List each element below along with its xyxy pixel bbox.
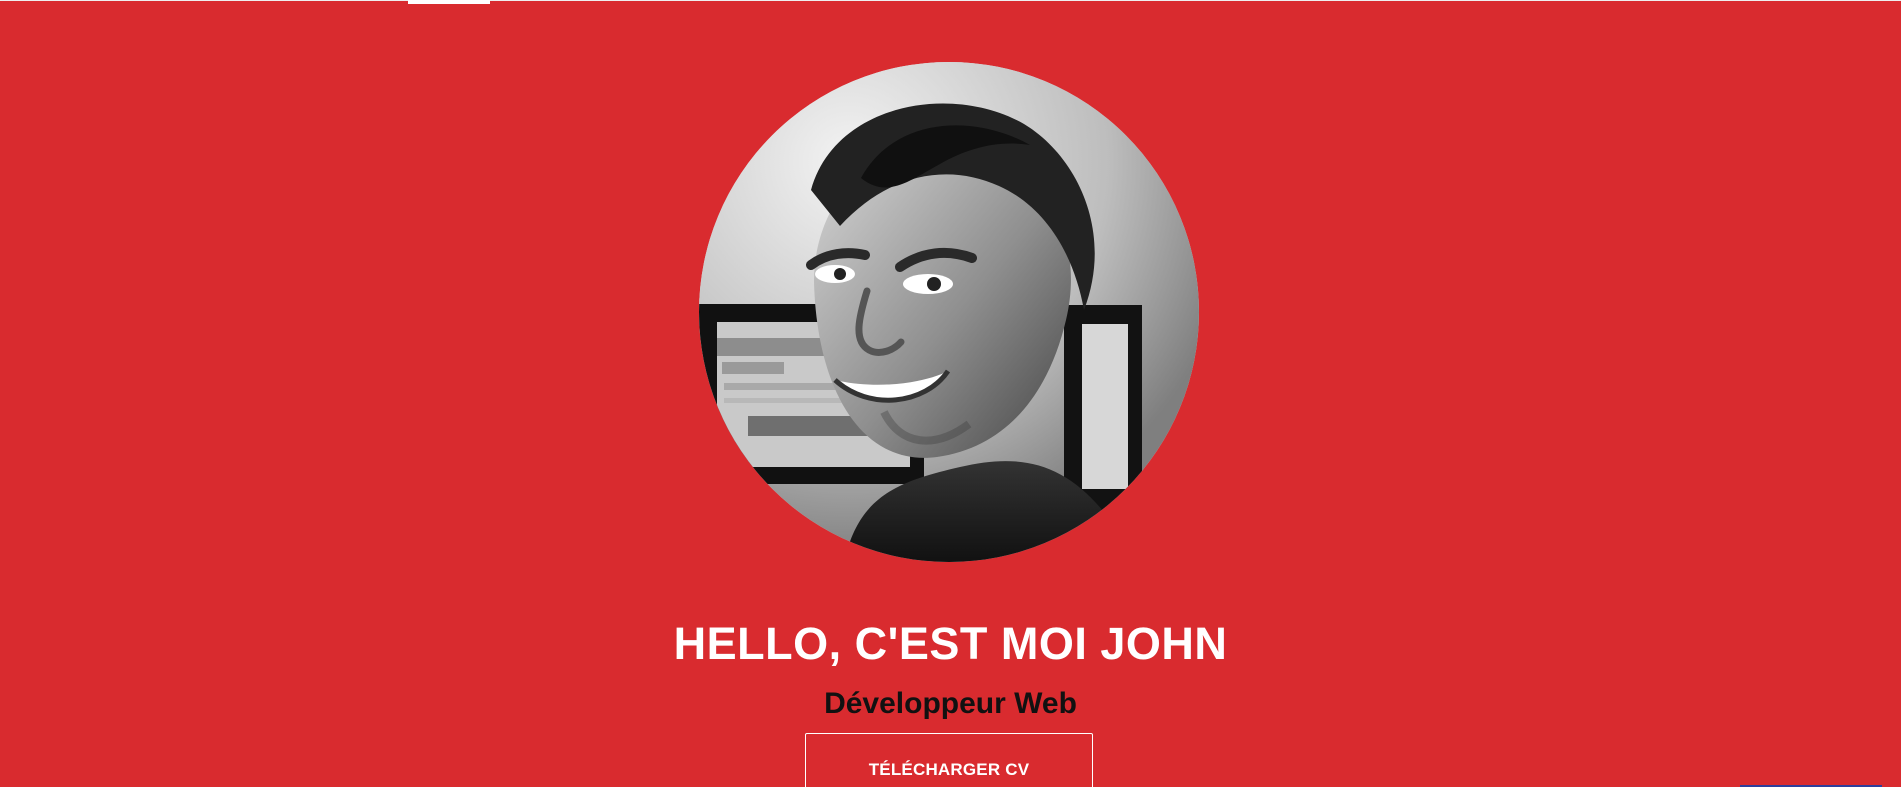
hero-title: HELLO, C'EST MOI JOHN (673, 618, 1228, 670)
download-cv-button[interactable]: TÉLÉCHARGER CV (805, 733, 1093, 787)
portrait-photo-icon (699, 62, 1199, 562)
hero-subtitle: Développeur Web (824, 686, 1077, 720)
hero-section: HELLO, C'EST MOI JOHN Développeur Web TÉ… (0, 0, 1901, 787)
profile-avatar (699, 62, 1199, 562)
